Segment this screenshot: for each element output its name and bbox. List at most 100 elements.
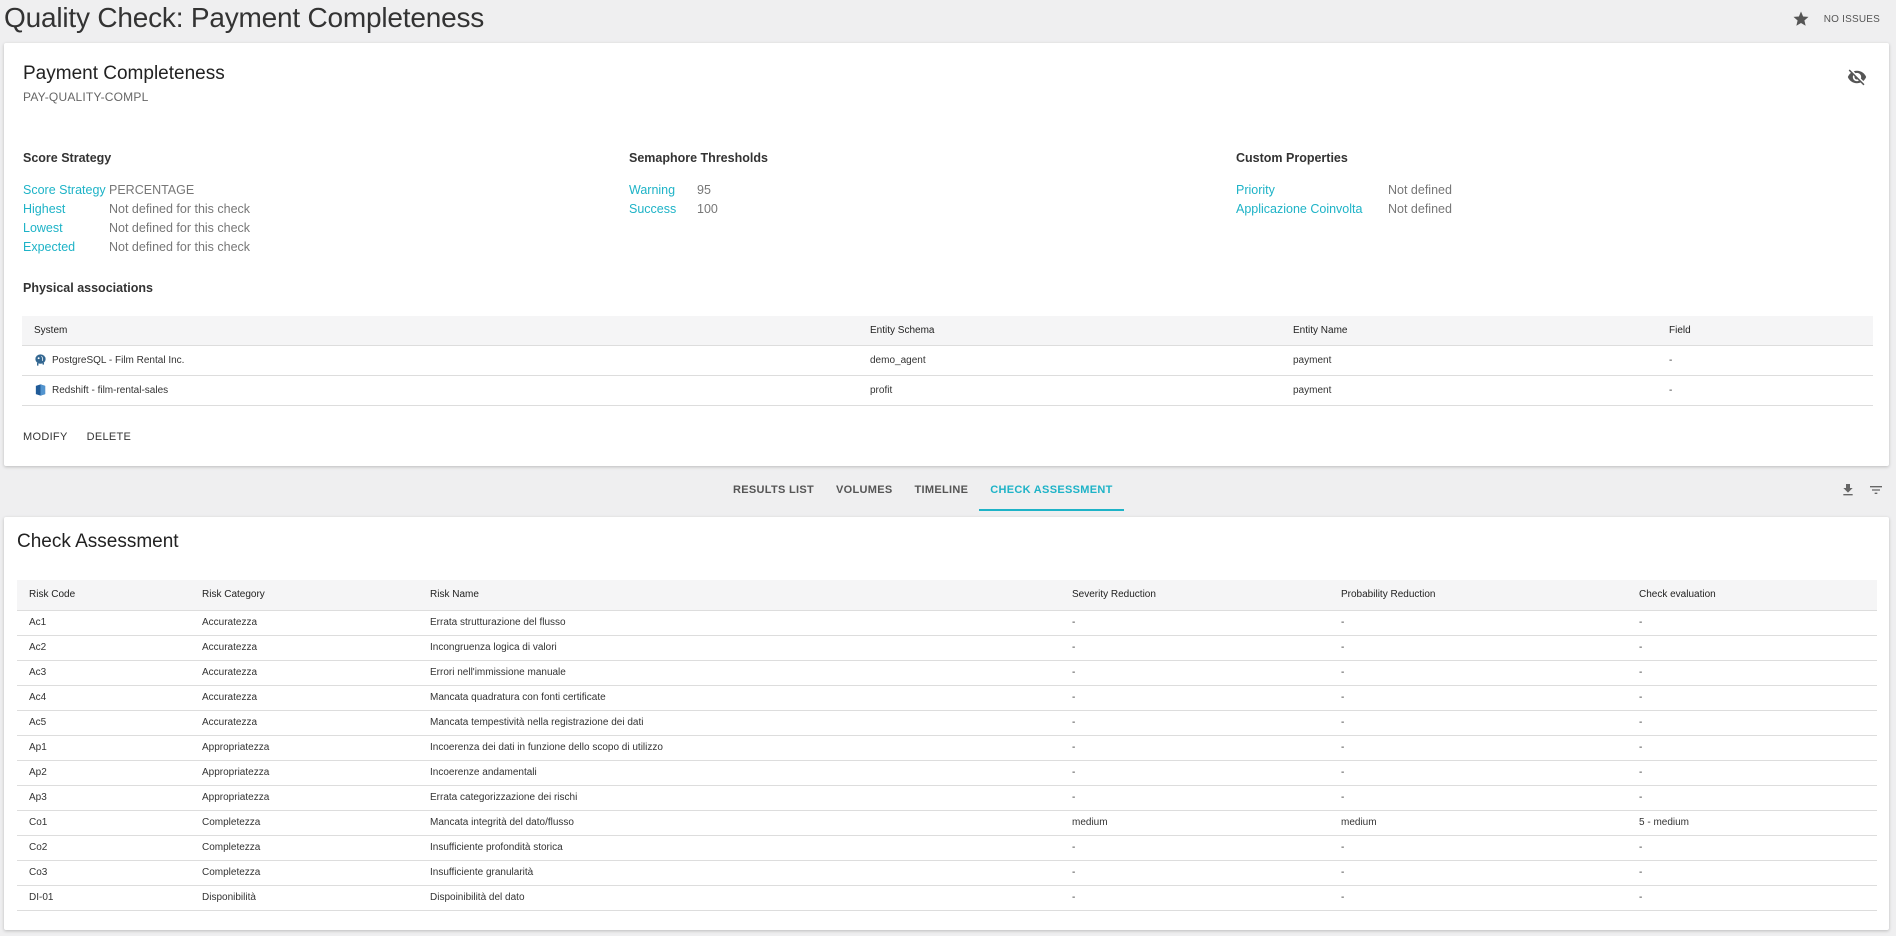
kv-value: Not defined for this check: [109, 240, 251, 254]
kv-row: Highest Not defined for this check: [23, 200, 250, 219]
kv-label: Success: [629, 202, 677, 216]
severity-reduction-cell: medium: [1060, 810, 1329, 836]
score-strategy-title: Score Strategy: [23, 151, 112, 165]
risk-name-cell: Insufficiente profondità storica: [418, 835, 1060, 861]
table-row[interactable]: Ac4 Accuratezza Mancata quadratura con fon…: [17, 685, 1877, 711]
probability-reduction-cell: medium: [1329, 810, 1627, 836]
star-icon[interactable]: [1792, 10, 1810, 28]
check-evaluation-cell: -: [1627, 635, 1877, 661]
risk-code-cell: Co3: [17, 860, 190, 886]
system-name[interactable]: PostgreSQL - Film Rental Inc.: [52, 355, 184, 366]
toolbar: [1840, 482, 1884, 498]
kv-row: Priority Not defined: [1236, 181, 1452, 200]
risk-code-cell: Co2: [17, 835, 190, 861]
risk-code-cell: Ap3: [17, 785, 190, 811]
probability-reduction-cell: -: [1329, 660, 1627, 686]
check-evaluation-cell: -: [1627, 760, 1877, 786]
check-evaluation-cell: 5 - medium: [1627, 810, 1877, 836]
header-actions: NO ISSUES: [1792, 10, 1880, 28]
risk-code-cell: DI-01: [17, 885, 190, 911]
risk-name-cell: Dispoinibilità del dato: [418, 885, 1060, 911]
probability-reduction-cell: -: [1329, 610, 1627, 636]
kv-label: Expected: [23, 240, 76, 254]
table-row[interactable]: Ac3 Accuratezza Errori nell'immissione man…: [17, 660, 1877, 686]
check-evaluation-cell: -: [1627, 885, 1877, 911]
column-header[interactable]: Check evaluation: [1627, 580, 1877, 611]
risk-name-cell: Insufficiente granularità: [418, 860, 1060, 886]
risk-name-cell: Errata strutturazione del flusso: [418, 610, 1060, 636]
risk-category-cell: Accuratezza: [190, 710, 418, 736]
severity-reduction-cell: -: [1060, 885, 1329, 911]
system-name[interactable]: Redshift - film-rental-sales: [52, 385, 168, 396]
table-row[interactable]: DI-01 Disponibilità Dispoinibilità del dat…: [17, 885, 1877, 911]
tab-check-assessment[interactable]: CHECK ASSESSMENT: [979, 470, 1124, 511]
modify-button[interactable]: MODIFY: [23, 431, 68, 443]
tab-timeline[interactable]: TIMELINE: [904, 470, 980, 511]
check-evaluation-cell: -: [1627, 685, 1877, 711]
column-header[interactable]: Severity Reduction: [1060, 580, 1329, 611]
risk-category-cell: Appropriatezza: [190, 735, 418, 761]
risk-code-cell: Ap1: [17, 735, 190, 761]
table-header-row: Risk Code Risk Category Risk Name Severi…: [17, 580, 1877, 611]
column-header[interactable]: Risk Name: [418, 580, 1060, 611]
kv-label: Applicazione Coinvolta: [1236, 202, 1363, 216]
severity-reduction-cell: -: [1060, 785, 1329, 811]
table-row[interactable]: Ac2 Accuratezza Incongruenza logica di val…: [17, 635, 1877, 661]
kv-label: Highest: [23, 202, 66, 216]
semaphore-list: Warning 95 Success 100: [629, 181, 718, 219]
physical-associations-table: System Entity Schema Entity Name Field P…: [22, 316, 1873, 406]
table-header-row: System Entity Schema Entity Name Field: [22, 316, 1873, 346]
risk-name-cell: Incoerenze andamentali: [418, 760, 1060, 786]
risk-name-cell: Mancata tempestività nella registrazione…: [418, 710, 1060, 736]
risk-name-cell: Incoerenza dei dati in funzione dello sc…: [418, 735, 1060, 761]
system-cell-content: PostgreSQL - Film Rental Inc.: [34, 353, 858, 367]
risk-name-cell: Errata categorizzazione dei rischi: [418, 785, 1060, 811]
check-evaluation-cell: -: [1627, 835, 1877, 861]
risk-category-cell: Accuratezza: [190, 610, 418, 636]
entity-cell: payment: [1281, 345, 1657, 376]
schema-cell: profit: [858, 375, 1281, 406]
table-row[interactable]: Redshift - film-rental-sales profit paym…: [22, 375, 1873, 406]
kv-value: Not defined: [1388, 183, 1452, 197]
check-code: PAY-QUALITY-COMPL: [23, 90, 149, 104]
tab-volumes[interactable]: VOLUMES: [825, 470, 904, 511]
kv-row: Success 100: [629, 200, 718, 219]
column-header[interactable]: System: [22, 316, 858, 346]
table-row[interactable]: PostgreSQL - Film Rental Inc. demo_agent…: [22, 345, 1873, 376]
risk-name-cell: Errori nell'immissione manuale: [418, 660, 1060, 686]
severity-reduction-cell: -: [1060, 635, 1329, 661]
table-row[interactable]: Ac5 Accuratezza Mancata tempestività nella…: [17, 710, 1877, 736]
risk-code-cell: Ac5: [17, 710, 190, 736]
probability-reduction-cell: -: [1329, 885, 1627, 911]
check-assessment-card: Check Assessment Risk Code Risk Category…: [4, 517, 1889, 930]
delete-button[interactable]: DELETE: [87, 431, 132, 443]
filter-icon[interactable]: [1868, 482, 1884, 498]
table-row[interactable]: Ac1 Accuratezza Errata strutturazione del …: [17, 610, 1877, 636]
column-header[interactable]: Probability Reduction: [1329, 580, 1627, 611]
risk-category-cell: Accuratezza: [190, 635, 418, 661]
table-row[interactable]: Ap1 Appropriatezza Incoerenza dei dati in …: [17, 735, 1877, 761]
column-header[interactable]: Entity Schema: [858, 316, 1281, 346]
column-header[interactable]: Field: [1657, 316, 1873, 346]
column-header[interactable]: Risk Code: [17, 580, 190, 611]
tab-results-list[interactable]: RESULTS LIST: [722, 470, 825, 511]
table-row[interactable]: Ap3 Appropriatezza Errata categorizzazione…: [17, 785, 1877, 811]
probability-reduction-cell: -: [1329, 785, 1627, 811]
kv-row: Score Strategy PERCENTAGE: [23, 181, 250, 200]
download-icon[interactable]: [1840, 482, 1856, 498]
kv-value: Not defined for this check: [109, 202, 251, 216]
system-cell: PostgreSQL - Film Rental Inc.: [22, 345, 858, 376]
check-evaluation-cell: -: [1627, 860, 1877, 886]
risk-category-cell: Appropriatezza: [190, 785, 418, 811]
column-header[interactable]: Risk Category: [190, 580, 418, 611]
table-row[interactable]: Ap2 Appropriatezza Incoerenze andamentali -…: [17, 760, 1877, 786]
semaphore-title: Semaphore Thresholds: [629, 151, 768, 165]
table-row[interactable]: Co3 Completezza Insufficiente granularità -…: [17, 860, 1877, 886]
eye-off-icon[interactable]: [1847, 67, 1867, 87]
table-row[interactable]: Co2 Completezza Insufficiente profondità s…: [17, 835, 1877, 861]
table-row[interactable]: Co1 Completezza Mancata integrità del dato…: [17, 810, 1877, 836]
probability-reduction-cell: -: [1329, 685, 1627, 711]
column-header[interactable]: Entity Name: [1281, 316, 1657, 346]
severity-reduction-cell: -: [1060, 760, 1329, 786]
severity-reduction-cell: -: [1060, 860, 1329, 886]
